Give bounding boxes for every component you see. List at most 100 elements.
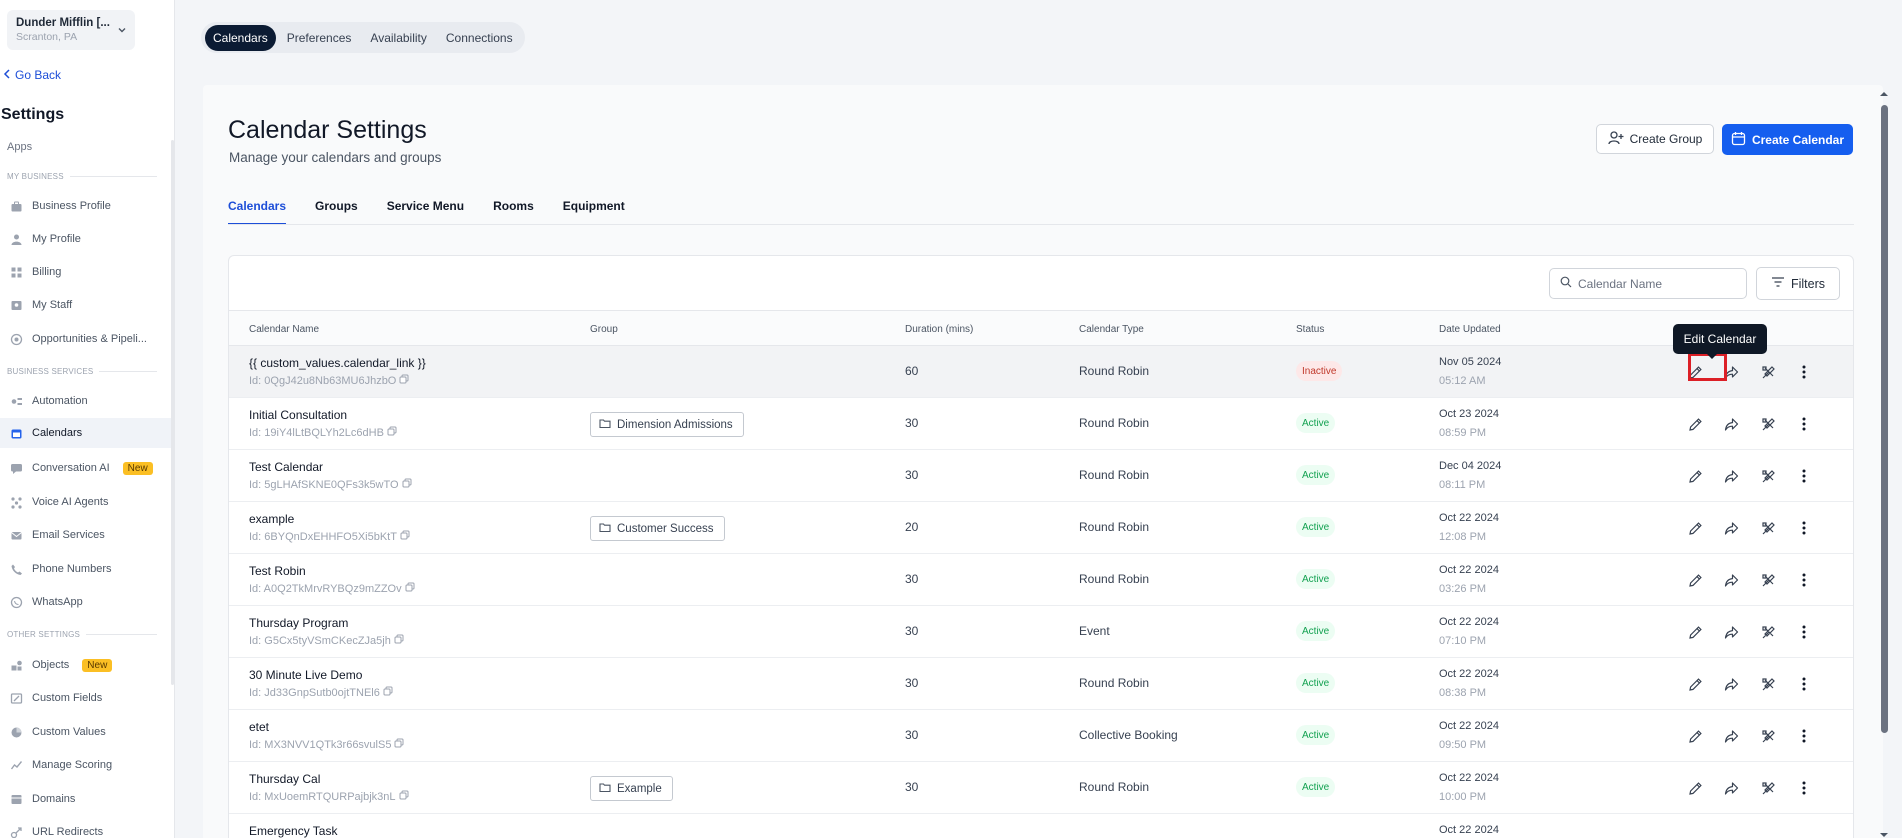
- copy-icon[interactable]: [387, 426, 397, 439]
- calendar-name[interactable]: 30 Minute Live Demo: [249, 668, 362, 682]
- create-calendar-button[interactable]: Create Calendar: [1722, 124, 1853, 155]
- th-date-updated[interactable]: Date Updated: [1439, 324, 1501, 335]
- sidebar-item-whatsapp[interactable]: WhatsApp: [0, 587, 171, 617]
- copy-icon[interactable]: [400, 530, 410, 543]
- go-back-link[interactable]: Go Back: [3, 68, 61, 82]
- edit-icon[interactable]: [1684, 673, 1706, 695]
- calendar-name[interactable]: Test Calendar: [249, 460, 323, 474]
- share-icon[interactable]: [1720, 569, 1742, 591]
- th-calendar-name[interactable]: Calendar Name: [249, 324, 319, 335]
- share-icon[interactable]: [1720, 465, 1742, 487]
- more-vertical-icon[interactable]: [1793, 569, 1815, 591]
- copy-icon[interactable]: [399, 790, 409, 803]
- copy-icon[interactable]: [405, 582, 415, 595]
- tab-rooms[interactable]: Rooms: [493, 199, 534, 225]
- top-nav-preferences[interactable]: Preferences: [279, 25, 360, 51]
- share-icon[interactable]: [1720, 413, 1742, 435]
- tab-service-menu[interactable]: Service Menu: [387, 199, 464, 225]
- share-icon[interactable]: [1720, 517, 1742, 539]
- copy-icon[interactable]: [383, 686, 393, 699]
- search-input[interactable]: [1578, 276, 1728, 291]
- edit-icon[interactable]: [1684, 621, 1706, 643]
- calendar-name[interactable]: Test Robin: [249, 564, 306, 578]
- tools-icon[interactable]: [1757, 621, 1779, 643]
- tools-icon[interactable]: [1757, 673, 1779, 695]
- scrollbar-thumb[interactable]: [1881, 105, 1888, 733]
- calendar-search[interactable]: [1549, 268, 1747, 299]
- more-vertical-icon[interactable]: [1793, 413, 1815, 435]
- tools-icon[interactable]: [1757, 777, 1779, 799]
- share-icon[interactable]: [1720, 673, 1742, 695]
- edit-icon[interactable]: [1684, 465, 1706, 487]
- copy-icon[interactable]: [399, 374, 409, 387]
- sidebar-item-business-profile[interactable]: Business Profile: [0, 191, 171, 221]
- sidebar-item-domains[interactable]: Domains: [0, 784, 171, 814]
- sidebar-item-my-profile[interactable]: My Profile: [0, 224, 171, 254]
- table-row[interactable]: etet Id: MX3NVV1QTk3r66svulS5 30 Collective…: [229, 710, 1853, 762]
- sidebar-apps-link[interactable]: Apps: [7, 141, 32, 153]
- tab-groups[interactable]: Groups: [315, 199, 358, 225]
- calendar-name[interactable]: Initial Consultation: [249, 408, 347, 422]
- location-switcher[interactable]: Dunder Mifflin [... Scranton, PA: [7, 10, 135, 50]
- copy-icon[interactable]: [394, 738, 404, 751]
- sidebar-item-manage-scoring[interactable]: Manage Scoring: [0, 750, 171, 780]
- page-scrollbar[interactable]: [1877, 85, 1891, 838]
- sidebar-item-url-redirects[interactable]: URL Redirects: [0, 817, 171, 838]
- tools-icon[interactable]: [1757, 517, 1779, 539]
- create-group-button[interactable]: Create Group: [1596, 124, 1714, 154]
- tools-icon[interactable]: [1757, 361, 1779, 383]
- sidebar-item-custom-values[interactable]: Custom Values: [0, 717, 171, 747]
- table-row[interactable]: Emergency Task Oct 22 2024: [229, 814, 1853, 838]
- tools-icon[interactable]: [1757, 465, 1779, 487]
- share-icon[interactable]: [1720, 621, 1742, 643]
- table-row[interactable]: {{ custom_values.calendar_link }} Id: 0Qg…: [229, 346, 1853, 398]
- more-vertical-icon[interactable]: [1793, 361, 1815, 383]
- more-vertical-icon[interactable]: [1793, 465, 1815, 487]
- calendar-name[interactable]: Emergency Task: [249, 824, 337, 838]
- edit-icon[interactable]: [1684, 777, 1706, 799]
- copy-icon[interactable]: [394, 634, 404, 647]
- calendar-name[interactable]: etet: [249, 720, 269, 734]
- table-row[interactable]: Thursday Program Id: G5Cx5tyVSmCKecZJa5jh…: [229, 606, 1853, 658]
- share-icon[interactable]: [1720, 777, 1742, 799]
- sidebar-item-email-services[interactable]: Email Services: [0, 520, 171, 550]
- calendar-name[interactable]: Thursday Program: [249, 616, 348, 630]
- filters-button[interactable]: Filters: [1756, 267, 1840, 300]
- sidebar-item-calendars[interactable]: Calendars: [0, 418, 171, 448]
- sidebar-scrollbar[interactable]: [171, 140, 174, 685]
- table-row[interactable]: example Id: 6BYQnDxEHHFO5Xi5bKtT Customer …: [229, 502, 1853, 554]
- sidebar-item-automation[interactable]: Automation: [0, 386, 171, 416]
- calendar-name[interactable]: example: [249, 512, 294, 526]
- sidebar-item-custom-fields[interactable]: Custom Fields: [0, 683, 171, 713]
- edit-icon[interactable]: [1684, 413, 1706, 435]
- calendar-name[interactable]: Thursday Cal: [249, 772, 320, 786]
- sidebar-item-billing[interactable]: Billing: [0, 257, 171, 287]
- tools-icon[interactable]: [1757, 413, 1779, 435]
- copy-icon[interactable]: [402, 478, 412, 491]
- table-row[interactable]: Thursday Cal Id: MxUoemRTQURPajbjk3nL Exam…: [229, 762, 1853, 814]
- th-calendar-type[interactable]: Calendar Type: [1079, 324, 1144, 335]
- edit-icon[interactable]: [1684, 569, 1706, 591]
- tools-icon[interactable]: [1757, 725, 1779, 747]
- top-nav-connections[interactable]: Connections: [438, 25, 521, 51]
- calendar-name[interactable]: {{ custom_values.calendar_link }}: [249, 356, 426, 370]
- sidebar-item-phone-numbers[interactable]: Phone Numbers: [0, 554, 171, 584]
- group-chip[interactable]: Example: [590, 776, 673, 801]
- tab-equipment[interactable]: Equipment: [563, 199, 625, 225]
- table-row[interactable]: Initial Consultation Id: 19iY4lLtBQLYh2Lc…: [229, 398, 1853, 450]
- sidebar-item-voice-ai-agents[interactable]: Voice AI Agents: [0, 487, 171, 517]
- sidebar-item-opportunities-pipeli[interactable]: Opportunities & Pipeli...: [0, 324, 171, 354]
- sidebar-item-conversation-ai[interactable]: Conversation AI New: [0, 453, 171, 483]
- more-vertical-icon[interactable]: [1793, 725, 1815, 747]
- more-vertical-icon[interactable]: [1793, 517, 1815, 539]
- edit-icon[interactable]: [1684, 725, 1706, 747]
- more-vertical-icon[interactable]: [1793, 621, 1815, 643]
- table-row[interactable]: Test Robin Id: A0Q2TkMrvRYBQz9mZZOv 30 Roun…: [229, 554, 1853, 606]
- share-icon[interactable]: [1720, 725, 1742, 747]
- table-row[interactable]: Test Calendar Id: 5gLHAfSKNE0QFs3k5wTO 30 R…: [229, 450, 1853, 502]
- sidebar-item-my-staff[interactable]: My Staff: [0, 290, 171, 320]
- group-chip[interactable]: Customer Success: [590, 516, 725, 541]
- group-chip[interactable]: Dimension Admissions: [590, 412, 744, 437]
- sidebar-item-objects[interactable]: Objects New: [0, 650, 171, 680]
- more-vertical-icon[interactable]: [1793, 673, 1815, 695]
